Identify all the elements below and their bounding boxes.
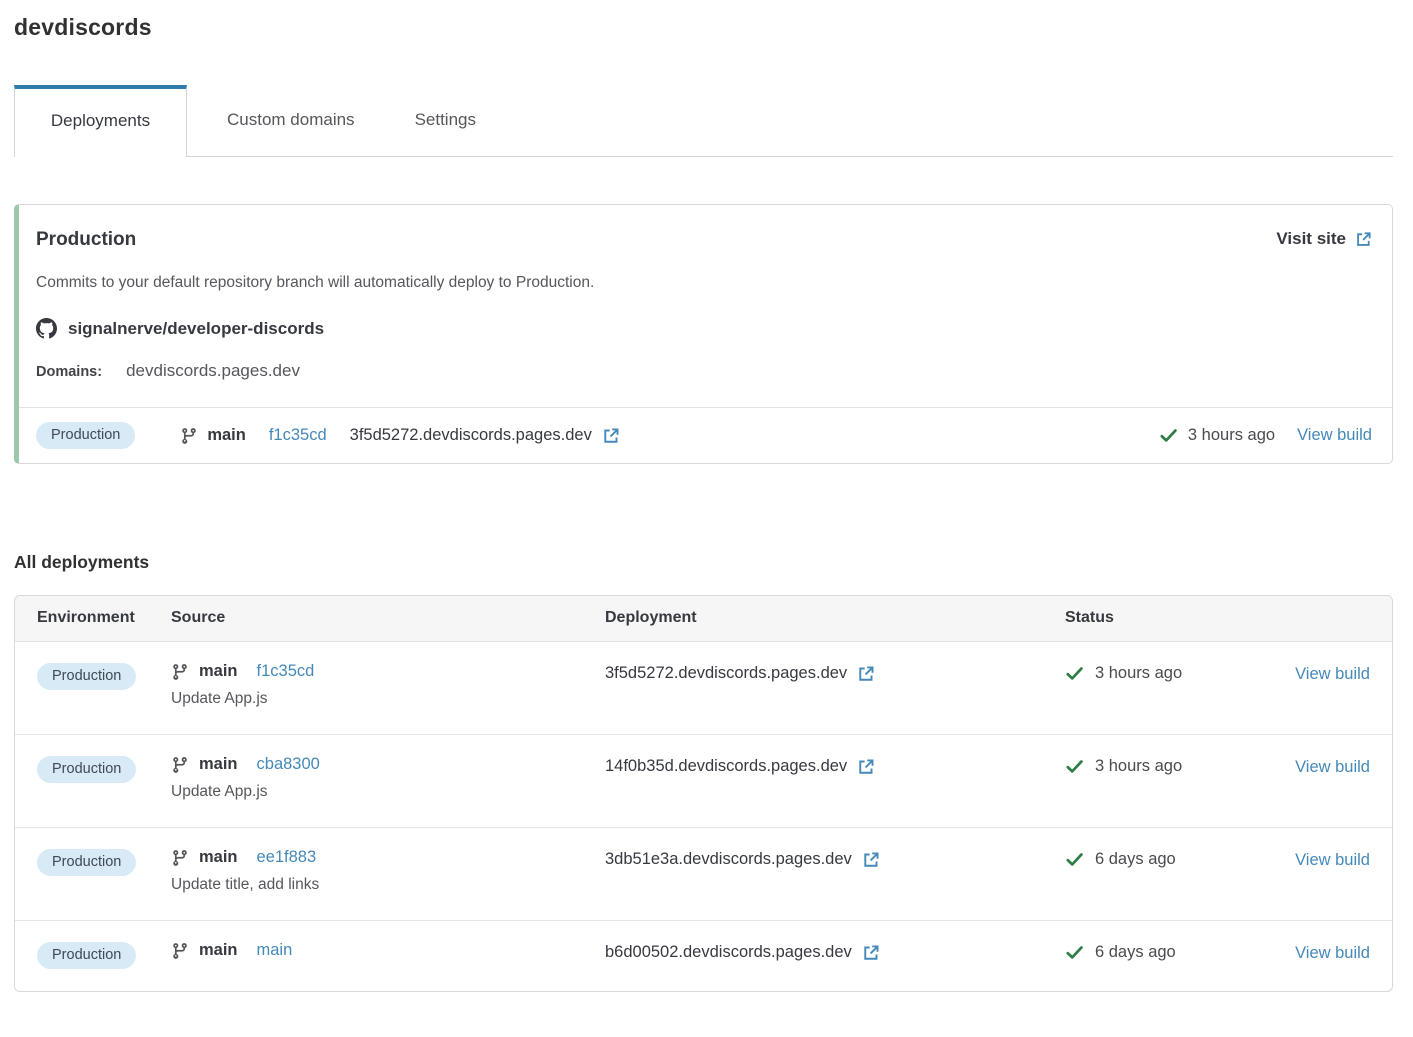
table-header: Environment Source Deployment Status	[15, 596, 1392, 642]
column-header-deployment: Deployment	[605, 609, 1065, 627]
deployment-url-link[interactable]: 14f0b35d.devdiscords.pages.dev	[605, 757, 847, 776]
deployment-url: 3f5d5272.devdiscords.pages.dev	[350, 426, 592, 445]
tab-bar: Deployments Custom domains Settings	[14, 85, 1393, 157]
repo-link[interactable]: signalnerve/developer-discords	[68, 319, 324, 339]
check-icon	[1065, 757, 1084, 776]
table-row: Production main ee1f883 Update title, ad…	[15, 827, 1392, 920]
tab-settings[interactable]: Settings	[395, 85, 496, 156]
column-header-status: Status	[1065, 609, 1284, 627]
view-build-link[interactable]: View build	[1295, 851, 1370, 869]
view-build-link[interactable]: View build	[1295, 665, 1370, 683]
status-time: 3 hours ago	[1188, 426, 1275, 445]
git-branch-icon	[171, 756, 189, 774]
view-build-link[interactable]: View build	[1295, 758, 1370, 776]
domains-value: devdiscords.pages.dev	[126, 361, 300, 381]
branch-name: main	[199, 662, 238, 681]
status-time: 3 hours ago	[1095, 757, 1182, 776]
branch-name: main	[199, 755, 238, 774]
environment-badge: Production	[37, 756, 136, 783]
deployments-table: Environment Source Deployment Status Pro…	[14, 595, 1393, 992]
branch-name: main	[199, 848, 238, 867]
check-icon	[1065, 664, 1084, 683]
external-link-icon	[602, 427, 620, 445]
table-row: Production main main b6d00502.devdiscord…	[15, 920, 1392, 991]
commit-message: Update App.js	[171, 783, 605, 801]
commit-message: Update title, add links	[171, 876, 605, 894]
git-branch-icon	[171, 942, 189, 960]
external-link-icon	[1355, 231, 1372, 248]
production-card-title: Production	[36, 229, 136, 251]
github-icon	[36, 318, 57, 339]
branch-name: main	[199, 941, 238, 960]
branch-name: main	[207, 426, 246, 445]
git-branch-icon	[171, 849, 189, 867]
deployment-url-link[interactable]: 3f5d5272.devdiscords.pages.dev	[350, 426, 620, 445]
production-card: Production Visit site Commits to your de…	[14, 204, 1393, 464]
tab-custom-domains[interactable]: Custom domains	[207, 85, 375, 156]
latest-deployment-row: Production main f1c35cd 3f5d5272.devdisc…	[19, 407, 1392, 463]
environment-badge: Production	[37, 942, 136, 969]
commit-link[interactable]: ee1f883	[257, 848, 317, 867]
status-time: 6 days ago	[1095, 850, 1176, 869]
status-time: 3 hours ago	[1095, 664, 1182, 683]
column-header-environment: Environment	[37, 609, 171, 627]
check-icon	[1065, 943, 1084, 962]
external-link-icon	[857, 665, 875, 683]
deployment-url-link[interactable]: 3db51e3a.devdiscords.pages.dev	[605, 850, 852, 869]
external-link-icon	[862, 944, 880, 962]
deployment-url-link[interactable]: 3f5d5272.devdiscords.pages.dev	[605, 664, 847, 683]
check-icon	[1065, 850, 1084, 869]
domains-label: Domains:	[36, 364, 102, 380]
commit-link[interactable]: f1c35cd	[257, 662, 315, 681]
git-branch-icon	[171, 663, 189, 681]
external-link-icon	[857, 758, 875, 776]
deployment-url-link[interactable]: b6d00502.devdiscords.pages.dev	[605, 943, 852, 962]
commit-link[interactable]: main	[257, 941, 293, 960]
status-time: 6 days ago	[1095, 943, 1176, 962]
environment-badge: Production	[37, 663, 136, 690]
page-title: devdiscords	[14, 14, 1393, 41]
view-build-link[interactable]: View build	[1295, 944, 1370, 962]
table-row: Production main cba8300 Update App.js 14…	[15, 734, 1392, 827]
commit-link[interactable]: cba8300	[257, 755, 320, 774]
external-link-icon	[862, 851, 880, 869]
column-header-source: Source	[171, 609, 605, 627]
check-icon	[1159, 426, 1178, 445]
git-branch-icon	[180, 427, 198, 445]
environment-badge: Production	[36, 422, 135, 449]
tab-deployments[interactable]: Deployments	[14, 85, 187, 157]
visit-site-label: Visit site	[1276, 229, 1346, 249]
commit-message: Update App.js	[171, 690, 605, 708]
visit-site-link[interactable]: Visit site	[1276, 229, 1372, 249]
view-build-link[interactable]: View build	[1297, 426, 1372, 445]
table-row: Production main f1c35cd Update App.js 3f…	[15, 642, 1392, 734]
all-deployments-title: All deployments	[14, 552, 1393, 573]
production-description: Commits to your default repository branc…	[36, 274, 1372, 292]
commit-link[interactable]: f1c35cd	[269, 426, 327, 445]
environment-badge: Production	[37, 849, 136, 876]
